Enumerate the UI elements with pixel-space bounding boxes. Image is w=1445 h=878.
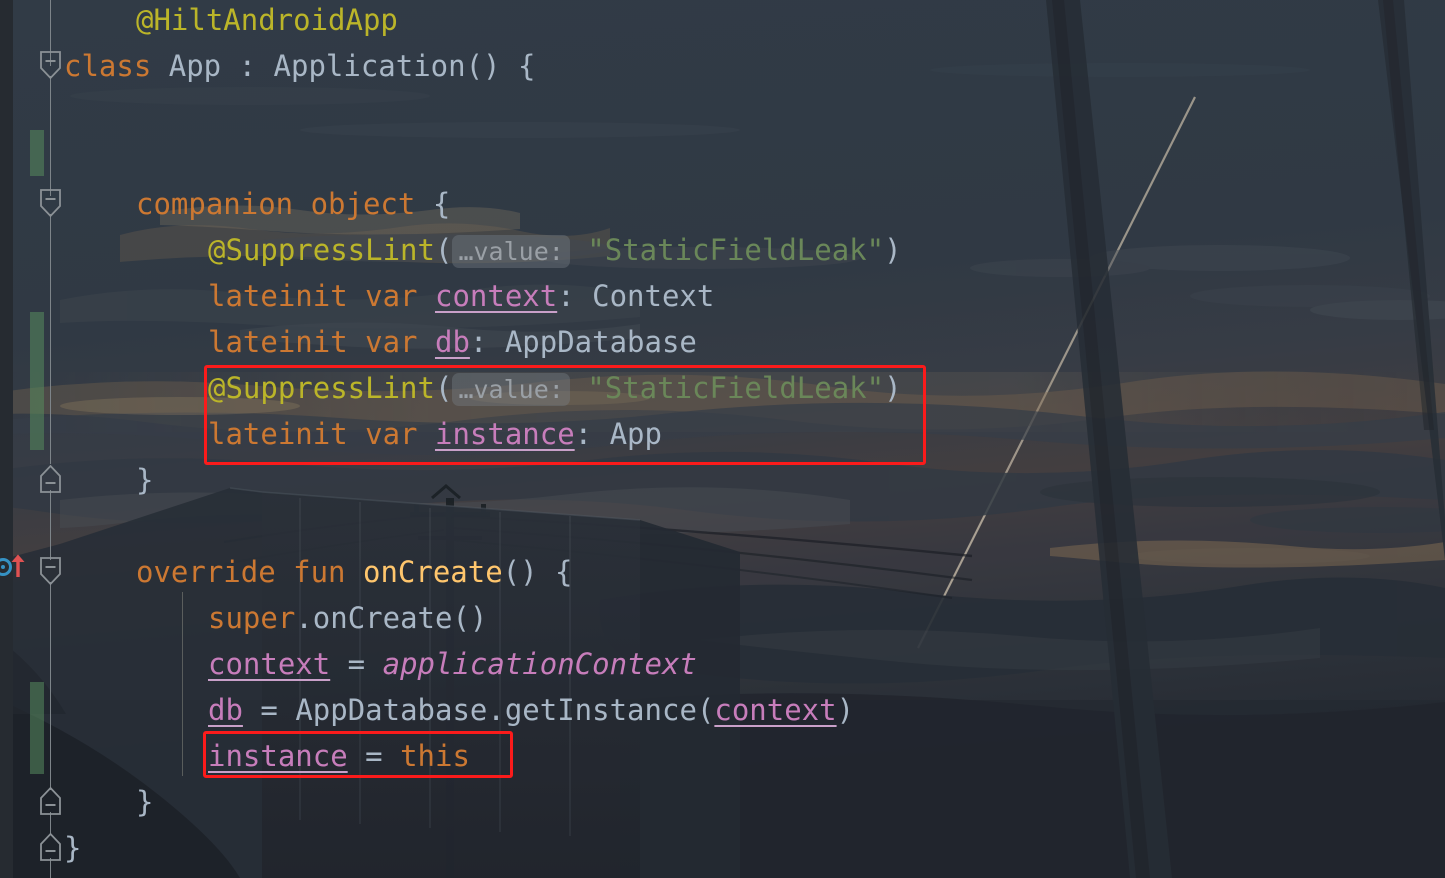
token-9-2: …value: <box>452 373 570 406</box>
token-17-2: this <box>400 739 470 773</box>
token-13-2: () { <box>502 555 573 589</box>
code-line-5[interactable]: companion object { <box>136 181 450 227</box>
token-8-1: db <box>434 325 470 359</box>
token-16-2: AppDatabase <box>295 693 488 727</box>
token-7-0: lateinit var <box>208 279 435 313</box>
code-text-layer[interactable]: @HiltAndroidApp class App : Application()… <box>0 0 1445 878</box>
token-9-1: ( <box>434 371 453 405</box>
token-1-0: @HiltAndroidApp <box>136 3 398 37</box>
token-17-0: instance <box>208 739 348 773</box>
code-editor-viewport[interactable]: @HiltAndroidApp class App : Application()… <box>0 0 1445 878</box>
token-15-1: = <box>330 647 383 681</box>
code-line-15[interactable]: context = applicationContext <box>208 641 697 687</box>
code-line-11[interactable]: } <box>136 457 153 503</box>
token-14-3: () <box>452 601 488 635</box>
token-18-0: } <box>136 785 154 819</box>
token-16-4: getInstance <box>504 693 697 727</box>
token-16-6: context <box>714 693 837 727</box>
code-line-14[interactable]: super.onCreate() <box>208 595 487 641</box>
token-19-0: } <box>64 831 82 865</box>
code-line-16[interactable]: db = AppDatabase.getInstance(context) <box>208 687 854 733</box>
token-16-0: db <box>208 693 243 727</box>
token-14-2: onCreate <box>312 601 453 635</box>
token-9-4: "StaticFieldLeak" <box>587 371 885 405</box>
token-10-2: : <box>574 417 610 451</box>
code-line-2[interactable]: class App : Application() { <box>64 43 535 89</box>
token-6-4: "StaticFieldLeak" <box>587 233 885 267</box>
token-16-7: ) <box>836 693 855 727</box>
token-16-3: . <box>487 693 505 727</box>
token-2-1: App <box>168 49 239 83</box>
code-line-8[interactable]: lateinit var db: AppDatabase <box>208 319 697 365</box>
code-line-10[interactable]: lateinit var instance: App <box>208 411 662 457</box>
token-10-0: lateinit var <box>208 417 435 451</box>
token-6-3 <box>570 233 587 267</box>
token-5-1: { <box>432 187 451 221</box>
code-line-19[interactable]: } <box>64 825 81 871</box>
token-11-0: } <box>136 463 154 497</box>
code-line-7[interactable]: lateinit var context: Context <box>208 273 714 319</box>
token-15-2: applicationContext <box>382 647 697 681</box>
token-2-0: class <box>64 49 169 83</box>
token-13-1: onCreate <box>362 555 503 589</box>
code-line-13[interactable]: override fun onCreate() { <box>136 549 573 595</box>
token-8-3: AppDatabase <box>504 325 697 359</box>
token-7-1: context <box>434 279 558 313</box>
code-line-17[interactable]: instance = this <box>208 733 470 779</box>
token-2-2: : <box>238 49 274 83</box>
token-9-3 <box>570 371 587 405</box>
token-8-2: : <box>469 325 505 359</box>
token-17-1: = <box>347 739 401 773</box>
token-10-3: App <box>609 417 662 451</box>
token-16-1: = <box>242 693 296 727</box>
token-6-0: @SuppressLint <box>208 233 435 267</box>
code-line-6[interactable]: @SuppressLint(…value: "StaticFieldLeak") <box>208 227 902 273</box>
token-7-3: Context <box>592 279 715 313</box>
code-line-1[interactable]: @HiltAndroidApp <box>136 0 398 43</box>
token-16-5: ( <box>696 693 715 727</box>
token-6-2: …value: <box>452 235 570 268</box>
token-7-2: : <box>557 279 593 313</box>
token-6-1: ( <box>434 233 453 267</box>
token-9-5: ) <box>884 371 902 405</box>
code-line-9[interactable]: @SuppressLint(…value: "StaticFieldLeak") <box>208 365 902 411</box>
token-5-0: companion object <box>136 187 433 221</box>
token-9-0: @SuppressLint <box>208 371 435 405</box>
code-line-18[interactable]: } <box>136 779 153 825</box>
token-8-0: lateinit var <box>208 325 435 359</box>
token-14-1: . <box>295 601 313 635</box>
token-10-1: instance <box>434 417 575 451</box>
token-14-0: super <box>208 601 296 635</box>
token-6-5: ) <box>884 233 902 267</box>
token-13-0: override fun <box>136 555 363 589</box>
token-15-0: context <box>208 647 331 681</box>
token-2-4: () { <box>465 49 536 83</box>
token-2-3: Application <box>273 49 466 83</box>
